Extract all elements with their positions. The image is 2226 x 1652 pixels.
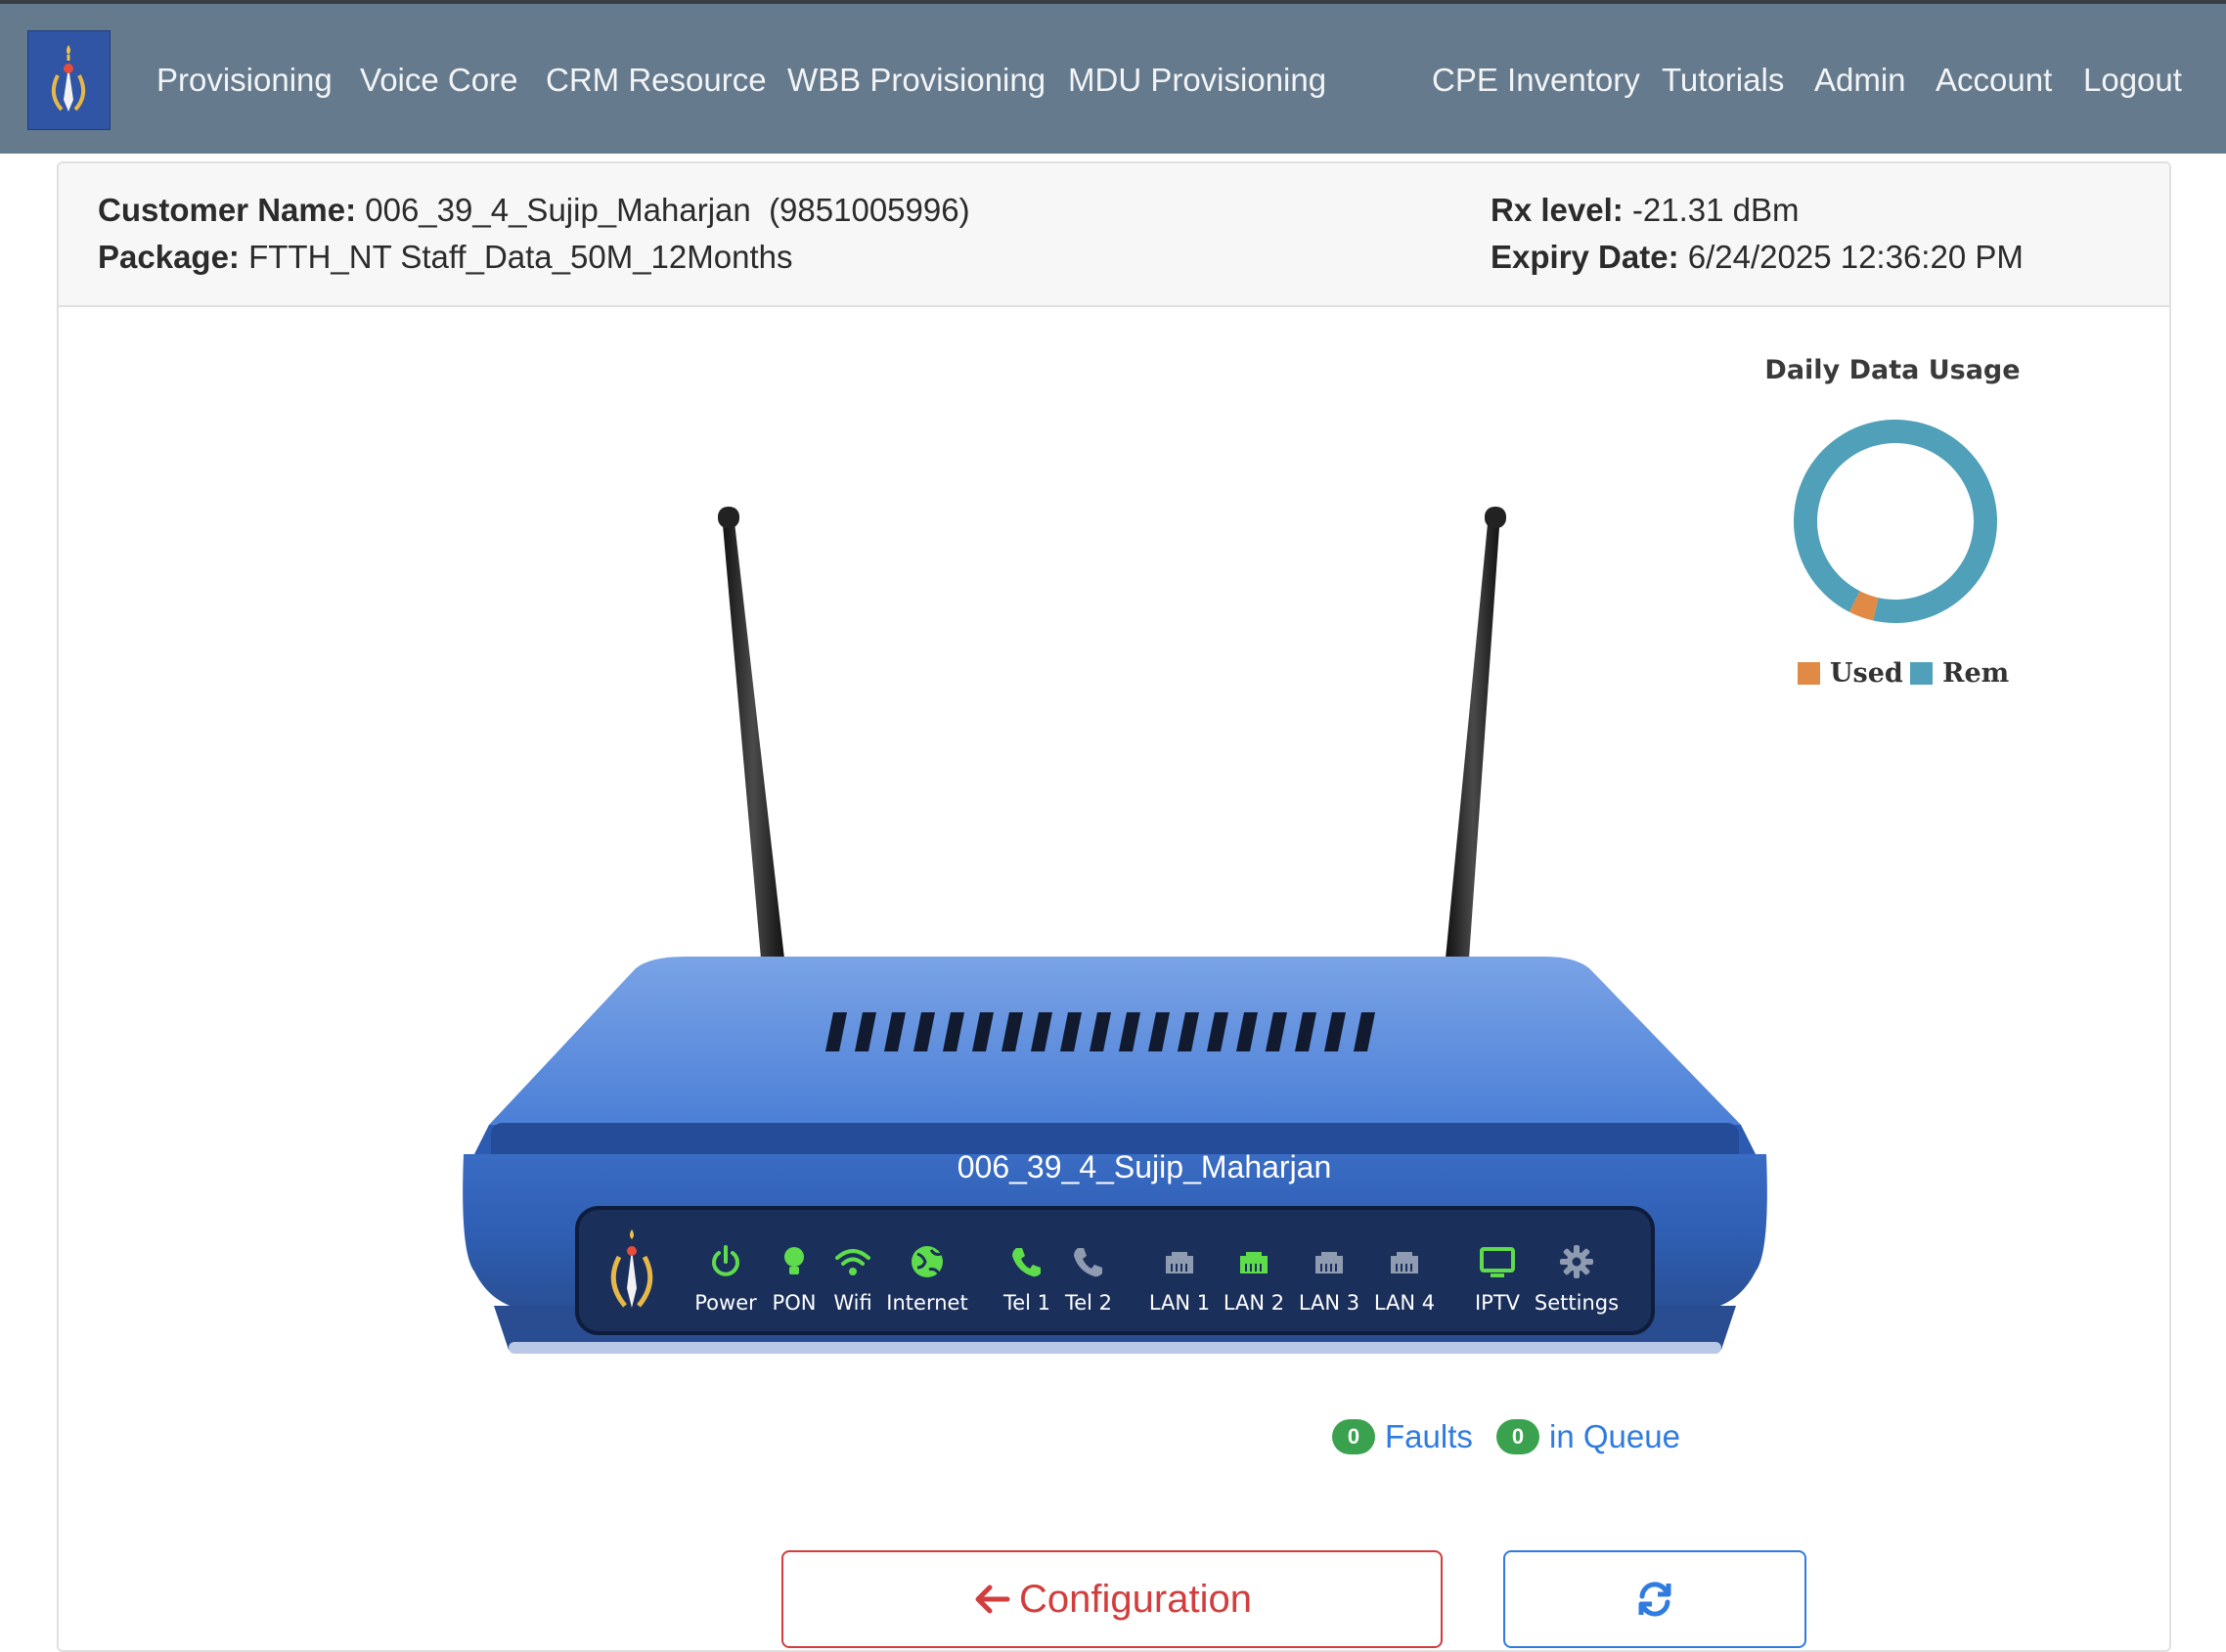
- nav-account[interactable]: Account: [1936, 61, 2052, 100]
- faults-link[interactable]: 0 Faults: [1332, 1418, 1473, 1455]
- indicator-internet[interactable]: Internet: [878, 1242, 976, 1315]
- legend-remaining: Rem: [1910, 658, 2009, 689]
- donut-slice-rem: [1794, 420, 1997, 623]
- configuration-label: Configuration: [1019, 1577, 1252, 1621]
- right-antenna: [1446, 513, 1500, 959]
- indicator-lan-4[interactable]: LAN 4: [1356, 1242, 1453, 1315]
- nav-wbb-provisioning[interactable]: WBB Provisioning: [787, 61, 1046, 100]
- tv-icon: [1478, 1242, 1517, 1281]
- nav-cpe-inventory[interactable]: CPE Inventory: [1432, 61, 1640, 100]
- indicator-label: Internet: [886, 1291, 968, 1315]
- device-name-label: 006_39_4_Sujip_Maharjan: [957, 1149, 1332, 1184]
- customer-info-header: Customer Name: 006_39_4_Sujip_Maharjan (…: [59, 163, 2169, 307]
- package-label: Package:: [98, 239, 240, 275]
- expiry-date-label: Expiry Date:: [1491, 239, 1679, 275]
- rx-level-line: Rx level: -21.31 dBm: [1491, 191, 1800, 230]
- device-uptime: Uptime: 42h: [900, 1361, 1047, 1391]
- device-firmware: FHR2416U -HGUV6.4.6B05.1.4: [1238, 1361, 1626, 1391]
- legend-remaining-swatch: [1910, 662, 1933, 685]
- legend-used: Used: [1798, 658, 1903, 689]
- rx-level-label: Rx level:: [1491, 192, 1624, 228]
- queue-link[interactable]: 0 in Queue: [1496, 1418, 1680, 1455]
- expiry-date-value: 6/24/2025 12:36:20 PM: [1687, 239, 2024, 275]
- indicator-label: LAN 3: [1298, 1291, 1360, 1315]
- ethernet-icon: [1385, 1242, 1424, 1281]
- phone-icon: [1069, 1242, 1108, 1281]
- rx-level-value: -21.31 dBm: [1631, 192, 1800, 228]
- configuration-button[interactable]: Configuration: [781, 1550, 1443, 1648]
- nav-provisioning[interactable]: Provisioning: [156, 61, 333, 100]
- expiry-date-line: Expiry Date: 6/24/2025 12:36:20 PM: [1491, 238, 2024, 277]
- queue-count-badge: 0: [1496, 1419, 1539, 1454]
- gear-icon: [1557, 1242, 1596, 1281]
- power-icon: [706, 1242, 745, 1281]
- indicator-tel-2[interactable]: Tel 2: [1040, 1242, 1137, 1315]
- indicator-label: IPTV: [1474, 1291, 1521, 1315]
- faults-label: Faults: [1385, 1418, 1473, 1454]
- chart-title: Daily Data Usage: [1764, 355, 2021, 385]
- indicator-settings[interactable]: Settings: [1528, 1242, 1625, 1315]
- wifi-icon: [833, 1242, 872, 1281]
- device-serial: FHTCAF881870: [606, 1361, 806, 1391]
- refresh-icon: [1634, 1579, 1675, 1620]
- ethernet-icon: [1310, 1242, 1349, 1281]
- nav-voice-core[interactable]: Voice Core: [360, 61, 517, 100]
- indicator-label: LAN 2: [1223, 1291, 1285, 1315]
- legend-used-swatch: [1798, 662, 1820, 685]
- indicator-label: Tel 2: [1064, 1291, 1113, 1315]
- queue-label: in Queue: [1549, 1418, 1680, 1454]
- customer-name-value: 006_39_4_Sujip_Maharjan (9851005996): [365, 192, 970, 228]
- nav-crm-resource[interactable]: CRM Resource: [546, 61, 767, 100]
- refresh-button[interactable]: [1503, 1550, 1806, 1648]
- nepal-telecom-logo[interactable]: [27, 30, 111, 130]
- indicator-label: LAN 4: [1373, 1291, 1436, 1315]
- arrow-left-icon: [972, 1580, 1011, 1619]
- nav-tutorials[interactable]: Tutorials: [1662, 61, 1784, 100]
- faults-count-badge: 0: [1332, 1419, 1375, 1454]
- navbar: Provisioning Voice Core CRM Resource WBB Pr…: [0, 4, 2226, 154]
- daily-usage-donut-chart[interactable]: [1778, 404, 2013, 639]
- package-value: FTTH_NT Staff_Data_50M_12Months: [248, 239, 793, 275]
- ethernet-icon: [1160, 1242, 1199, 1281]
- nav-mdu-provisioning[interactable]: MDU Provisioning: [1068, 61, 1326, 100]
- indicator-label: Settings: [1534, 1291, 1620, 1315]
- ethernet-icon: [1234, 1242, 1273, 1281]
- nav-admin[interactable]: Admin: [1814, 61, 1906, 100]
- left-antenna: [722, 513, 784, 959]
- indicator-label: Wifi: [833, 1291, 872, 1315]
- customer-name-label: Customer Name:: [98, 192, 357, 228]
- indicator-label: LAN 1: [1148, 1291, 1211, 1315]
- nav-logout[interactable]: Logout: [2083, 61, 2182, 100]
- legend-remaining-label: Rem: [1942, 658, 2010, 689]
- globe-icon: [908, 1242, 947, 1281]
- customer-name-line: Customer Name: 006_39_4_Sujip_Maharjan (…: [98, 191, 970, 230]
- package-line: Package: FTTH_NT Staff_Data_50M_12Months: [98, 238, 793, 277]
- legend-used-label: Used: [1830, 658, 1903, 689]
